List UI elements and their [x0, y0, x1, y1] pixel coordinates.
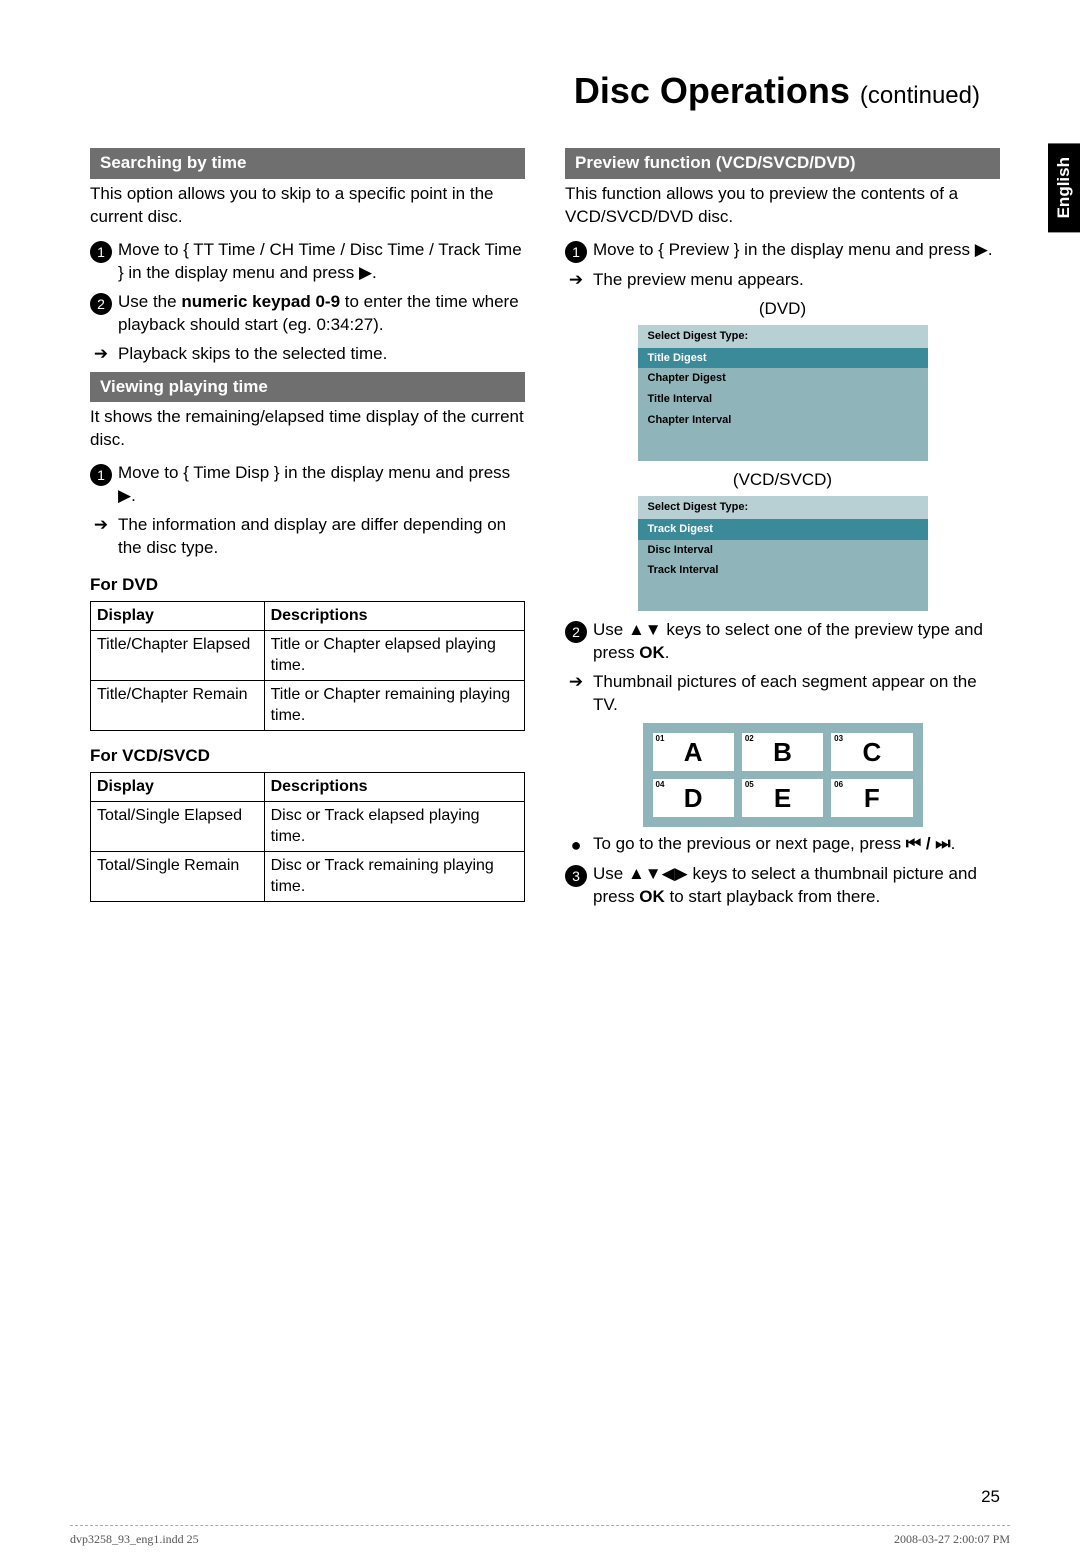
vcd-caption: (VCD/SVCD)	[565, 469, 1000, 492]
vcd-r1c2: Disc or Track elapsed playing time.	[264, 801, 524, 851]
dvd-r2c2: Title or Chapter remaining playing time.	[264, 680, 524, 730]
viewing-result: The information and display are differ d…	[118, 514, 525, 560]
vcd-digest-selected: Track Digest	[638, 519, 928, 540]
section-searching-by-time: Searching by time	[90, 148, 525, 179]
page-number: 25	[981, 1487, 1000, 1507]
section-viewing-playing-time: Viewing playing time	[90, 372, 525, 403]
dvd-r2c1: Title/Chapter Remain	[91, 680, 265, 730]
searching-intro: This option allows you to skip to a spec…	[90, 183, 525, 229]
dvd-digest-menu: Select Digest Type: Title Digest Chapter…	[638, 325, 928, 461]
step-number-1: 1	[90, 241, 112, 263]
thumbnail: 01A	[653, 733, 734, 771]
section-preview-function: Preview function (VCD/SVCD/DVD)	[565, 148, 1000, 179]
step-number-1: 1	[565, 241, 587, 263]
footer: dvp3258_93_eng1.indd 25 2008-03-27 2:00:…	[70, 1525, 1010, 1547]
language-tab: English	[1048, 143, 1080, 232]
vcd-digest-header: Select Digest Type:	[638, 496, 928, 519]
dvd-digest-item: Title Interval	[638, 389, 928, 410]
step-number-2: 2	[90, 293, 112, 315]
for-vcd-label: For VCD/SVCD	[90, 745, 525, 768]
footer-timestamp: 2008-03-27 2:00:07 PM	[894, 1532, 1010, 1547]
dvd-digest-item: Chapter Interval	[638, 410, 928, 431]
thumbnail-grid: 01A 02B 03C 04D 05E 06F	[643, 723, 923, 827]
step-number-3: 3	[565, 865, 587, 887]
step-number-2: 2	[565, 621, 587, 643]
dvd-digest-item: Chapter Digest	[638, 368, 928, 389]
preview-result2: Thumbnail pictures of each segment appea…	[593, 671, 1000, 717]
vcd-th-descriptions: Descriptions	[264, 772, 524, 801]
result-arrow-icon: ➔	[90, 343, 112, 366]
title-continued: (continued)	[860, 82, 980, 109]
thumbnail: 06F	[831, 779, 912, 817]
vcd-r1c1: Total/Single Elapsed	[91, 801, 265, 851]
vcd-display-table: Display Descriptions Total/Single Elapse…	[90, 772, 525, 902]
thumbnail: 03C	[831, 733, 912, 771]
viewing-intro: It shows the remaining/elapsed time disp…	[90, 406, 525, 452]
preview-step2: Use ▲▼ keys to select one of the preview…	[593, 619, 1000, 665]
preview-step1: Move to { Preview } in the display menu …	[593, 239, 1000, 263]
preview-intro: This function allows you to preview the …	[565, 183, 1000, 229]
right-column: Preview function (VCD/SVCD/DVD) This fun…	[565, 142, 1000, 915]
result-arrow-icon: ➔	[565, 269, 587, 292]
bullet-icon: ●	[565, 833, 587, 857]
vcd-r2c2: Disc or Track remaining playing time.	[264, 851, 524, 901]
vcd-th-display: Display	[91, 772, 265, 801]
result-arrow-icon: ➔	[90, 514, 112, 560]
result-arrow-icon: ➔	[565, 671, 587, 717]
thumbnail: 02B	[742, 733, 823, 771]
preview-result1: The preview menu appears.	[593, 269, 804, 292]
vcd-digest-item: Track Interval	[638, 560, 928, 581]
searching-step2: Use the numeric keypad 0-9 to enter the …	[118, 291, 525, 337]
vcd-digest-item: Disc Interval	[638, 540, 928, 561]
dvd-display-table: Display Descriptions Title/Chapter Elaps…	[90, 601, 525, 731]
for-dvd-label: For DVD	[90, 574, 525, 597]
title-main: Disc Operations	[574, 70, 860, 111]
left-column: Searching by time This option allows you…	[90, 142, 525, 915]
dvd-digest-selected: Title Digest	[638, 348, 928, 369]
dvd-caption: (DVD)	[565, 298, 1000, 321]
preview-bullet1: To go to the previous or next page, pres…	[593, 833, 955, 857]
dvd-r1c2: Title or Chapter elapsed playing time.	[264, 630, 524, 680]
page-title: Disc Operations (continued)	[90, 70, 1000, 112]
dvd-th-descriptions: Descriptions	[264, 602, 524, 631]
preview-step3: Use ▲▼◀▶ keys to select a thumbnail pict…	[593, 863, 1000, 909]
vcd-r2c1: Total/Single Remain	[91, 851, 265, 901]
thumbnail: 05E	[742, 779, 823, 817]
vcd-digest-menu: Select Digest Type: Track Digest Disc In…	[638, 496, 928, 611]
searching-result: Playback skips to the selected time.	[118, 343, 387, 366]
viewing-step1: Move to { Time Disp } in the display men…	[118, 462, 525, 508]
step-number-1: 1	[90, 464, 112, 486]
footer-filename: dvp3258_93_eng1.indd 25	[70, 1532, 199, 1547]
dvd-th-display: Display	[91, 602, 265, 631]
thumbnail: 04D	[653, 779, 734, 817]
dvd-digest-header: Select Digest Type:	[638, 325, 928, 348]
searching-step1: Move to { TT Time / CH Time / Disc Time …	[118, 239, 525, 285]
dvd-r1c1: Title/Chapter Elapsed	[91, 630, 265, 680]
